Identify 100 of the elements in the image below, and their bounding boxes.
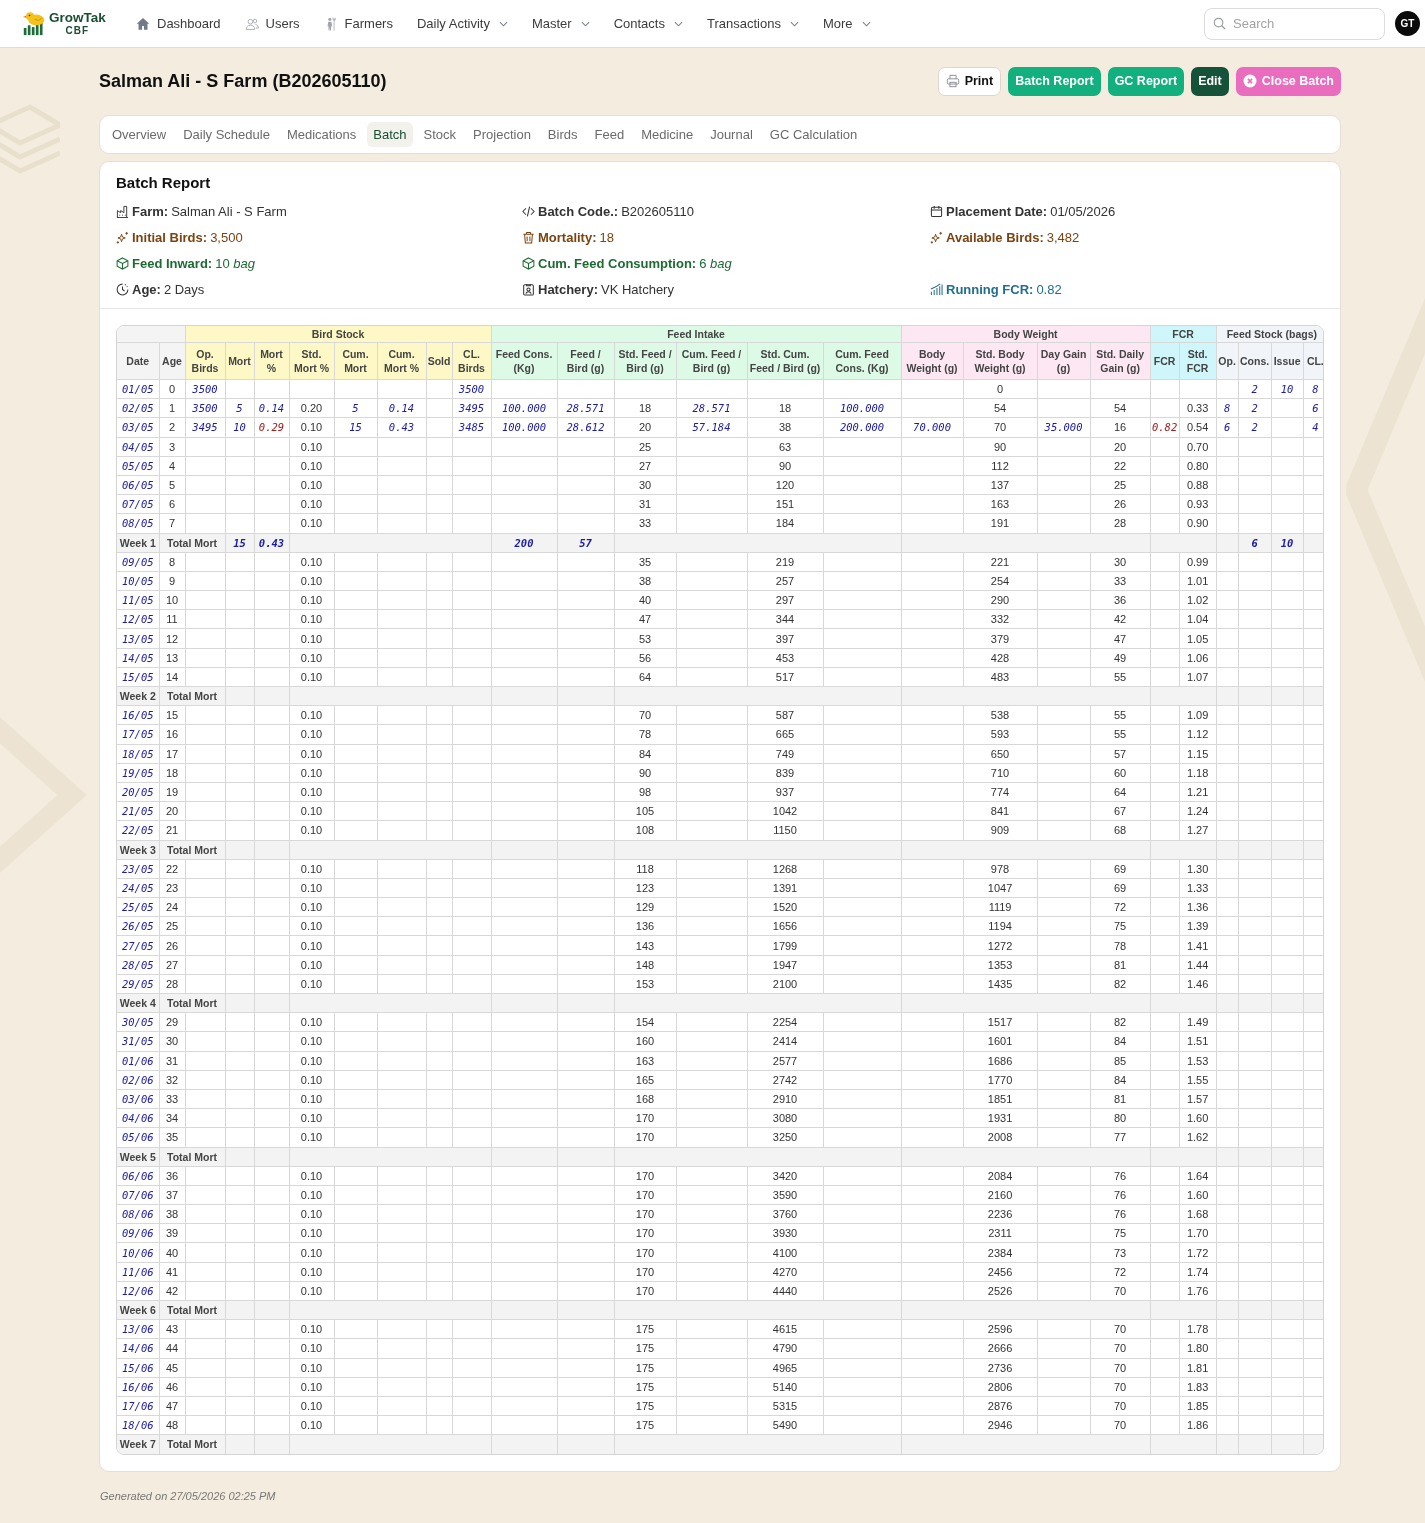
nav-menu[interactable]: Contacts <box>613 12 683 35</box>
total-label: Total Mort <box>159 1147 225 1167</box>
table-cell: 21/05 <box>117 801 159 821</box>
table-cell: 200 <box>491 533 557 553</box>
generated-timestamp: Generated on 27/05/2026 02:25 PM <box>100 1489 277 1502</box>
table-cell: 9 <box>159 571 185 591</box>
table-cell: 1.07 <box>1179 667 1217 687</box>
avatar[interactable]: GT <box>1395 11 1420 36</box>
nav-menu[interactable]: More <box>822 12 871 35</box>
tab[interactable]: Medicine <box>635 122 700 147</box>
table-cell: 38 <box>747 417 823 438</box>
table-cell: 12 <box>159 628 185 649</box>
tab[interactable]: Stock <box>417 122 463 147</box>
nav-link[interactable]: Dashboard <box>136 12 221 35</box>
tab[interactable]: Medications <box>280 122 363 147</box>
table-cell: 137 <box>963 475 1038 495</box>
table-cell: 78 <box>1090 935 1151 956</box>
table-cell: 55 <box>1090 667 1151 687</box>
search-field[interactable]: Search <box>1204 7 1385 40</box>
table-cell: 55 <box>1090 724 1151 745</box>
tab[interactable]: Feed <box>588 122 631 147</box>
table-cell: 19/05 <box>117 763 159 783</box>
table-cell: 841 <box>963 801 1038 821</box>
print-button[interactable]: Print <box>937 66 1002 96</box>
table-cell: 0.10 <box>289 590 334 610</box>
table-cell: 1851 <box>963 1089 1038 1109</box>
tab[interactable]: Batch <box>367 122 413 147</box>
table-cell: 170 <box>614 1185 676 1205</box>
table-cell: 0.10 <box>289 1204 334 1224</box>
table-cell: 517 <box>747 667 823 687</box>
nav-link[interactable]: Farmers <box>323 12 393 35</box>
table-cell: 47 <box>1090 628 1151 649</box>
column-header: Std. Daily Gain (g) <box>1090 342 1151 380</box>
table-cell: 27/05 <box>117 935 159 956</box>
nav-menu[interactable]: Transactions <box>706 12 799 35</box>
table-cell: 05/05 <box>117 456 159 476</box>
printer-icon <box>945 74 960 88</box>
column-header: Day Gain (g) <box>1037 342 1091 380</box>
table-cell: 151 <box>747 494 823 514</box>
table-cell: 84 <box>1090 1031 1151 1052</box>
table-cell: 105 <box>614 801 676 821</box>
table-cell: 483 <box>963 667 1038 687</box>
table-cell: 5 <box>225 398 254 418</box>
table-cell: 32 <box>159 1070 185 1090</box>
table-cell: 1.18 <box>1179 763 1217 783</box>
table-cell: 15 <box>225 533 254 553</box>
trash-icon <box>522 230 535 244</box>
table-cell: 2736 <box>963 1358 1038 1378</box>
table-cell: 10/06 <box>117 1242 159 1263</box>
chick-logo-icon[interactable] <box>22 11 47 36</box>
caret-icon <box>789 20 799 27</box>
table-cell: 332 <box>963 609 1038 629</box>
table-cell: 8 <box>159 552 185 572</box>
nav-menu[interactable]: Master <box>531 12 590 35</box>
table-cell: 30 <box>1090 552 1151 572</box>
nav-link[interactable]: Users <box>244 12 300 35</box>
table-cell: 82 <box>1090 1012 1151 1032</box>
table-cell: 1517 <box>963 1012 1038 1032</box>
table-cell: 28 <box>1090 513 1151 533</box>
table-cell: 0.10 <box>289 801 334 821</box>
tab[interactable]: Daily Schedule <box>177 122 276 147</box>
total-label: Total Mort <box>159 993 225 1013</box>
table-cell: 54 <box>1090 398 1151 418</box>
week-label: Week 3 <box>117 840 159 860</box>
table-cell: 15/06 <box>117 1358 159 1378</box>
table-cell: 5 <box>159 475 185 495</box>
table-cell: 6 <box>1238 533 1272 553</box>
tab[interactable]: Projection <box>467 122 537 147</box>
table-cell: 0.10 <box>289 1070 334 1090</box>
tab[interactable]: Overview <box>106 122 173 147</box>
info-label: Available Birds: <box>946 229 1044 245</box>
table-cell: 112 <box>963 456 1038 476</box>
info-value: VK Hatchery <box>600 281 674 297</box>
table-cell: 70 <box>1090 1415 1151 1435</box>
table-cell: 1435 <box>963 974 1038 994</box>
tab[interactable]: Journal <box>704 122 759 147</box>
tab[interactable]: GC Calculation <box>763 122 864 147</box>
table-cell: 14/05 <box>117 648 159 668</box>
nav-menu[interactable]: Daily Activity <box>416 12 508 35</box>
table-cell: 57 <box>1090 744 1151 764</box>
column-header: Cum. Feed Cons. (Kg) <box>823 342 902 380</box>
table-cell: 1.41 <box>1179 935 1217 956</box>
table-cell: 0.10 <box>289 648 334 668</box>
table-cell: 42 <box>159 1281 185 1301</box>
info-label: Running FCR: <box>946 281 1034 297</box>
table-cell: 170 <box>614 1223 676 1243</box>
tab[interactable]: Birds <box>541 122 584 147</box>
table-cell: 0.10 <box>289 1242 334 1263</box>
table-cell: 38 <box>159 1204 185 1224</box>
table-cell: 15 <box>159 705 185 725</box>
table-cell: 41 <box>159 1262 185 1282</box>
brand-name[interactable]: GrowTak <box>49 11 106 25</box>
table-cell: 5140 <box>747 1377 823 1397</box>
table-cell: 44 <box>159 1338 185 1359</box>
brand-subtitle[interactable]: CBF <box>65 25 90 36</box>
table-cell: 90 <box>747 456 823 476</box>
table-cell: 75 <box>1090 916 1151 936</box>
table-cell: 0.10 <box>289 1166 334 1186</box>
edit-button[interactable]: Edit <box>1191 66 1229 96</box>
table-cell: 09/05 <box>117 552 159 572</box>
